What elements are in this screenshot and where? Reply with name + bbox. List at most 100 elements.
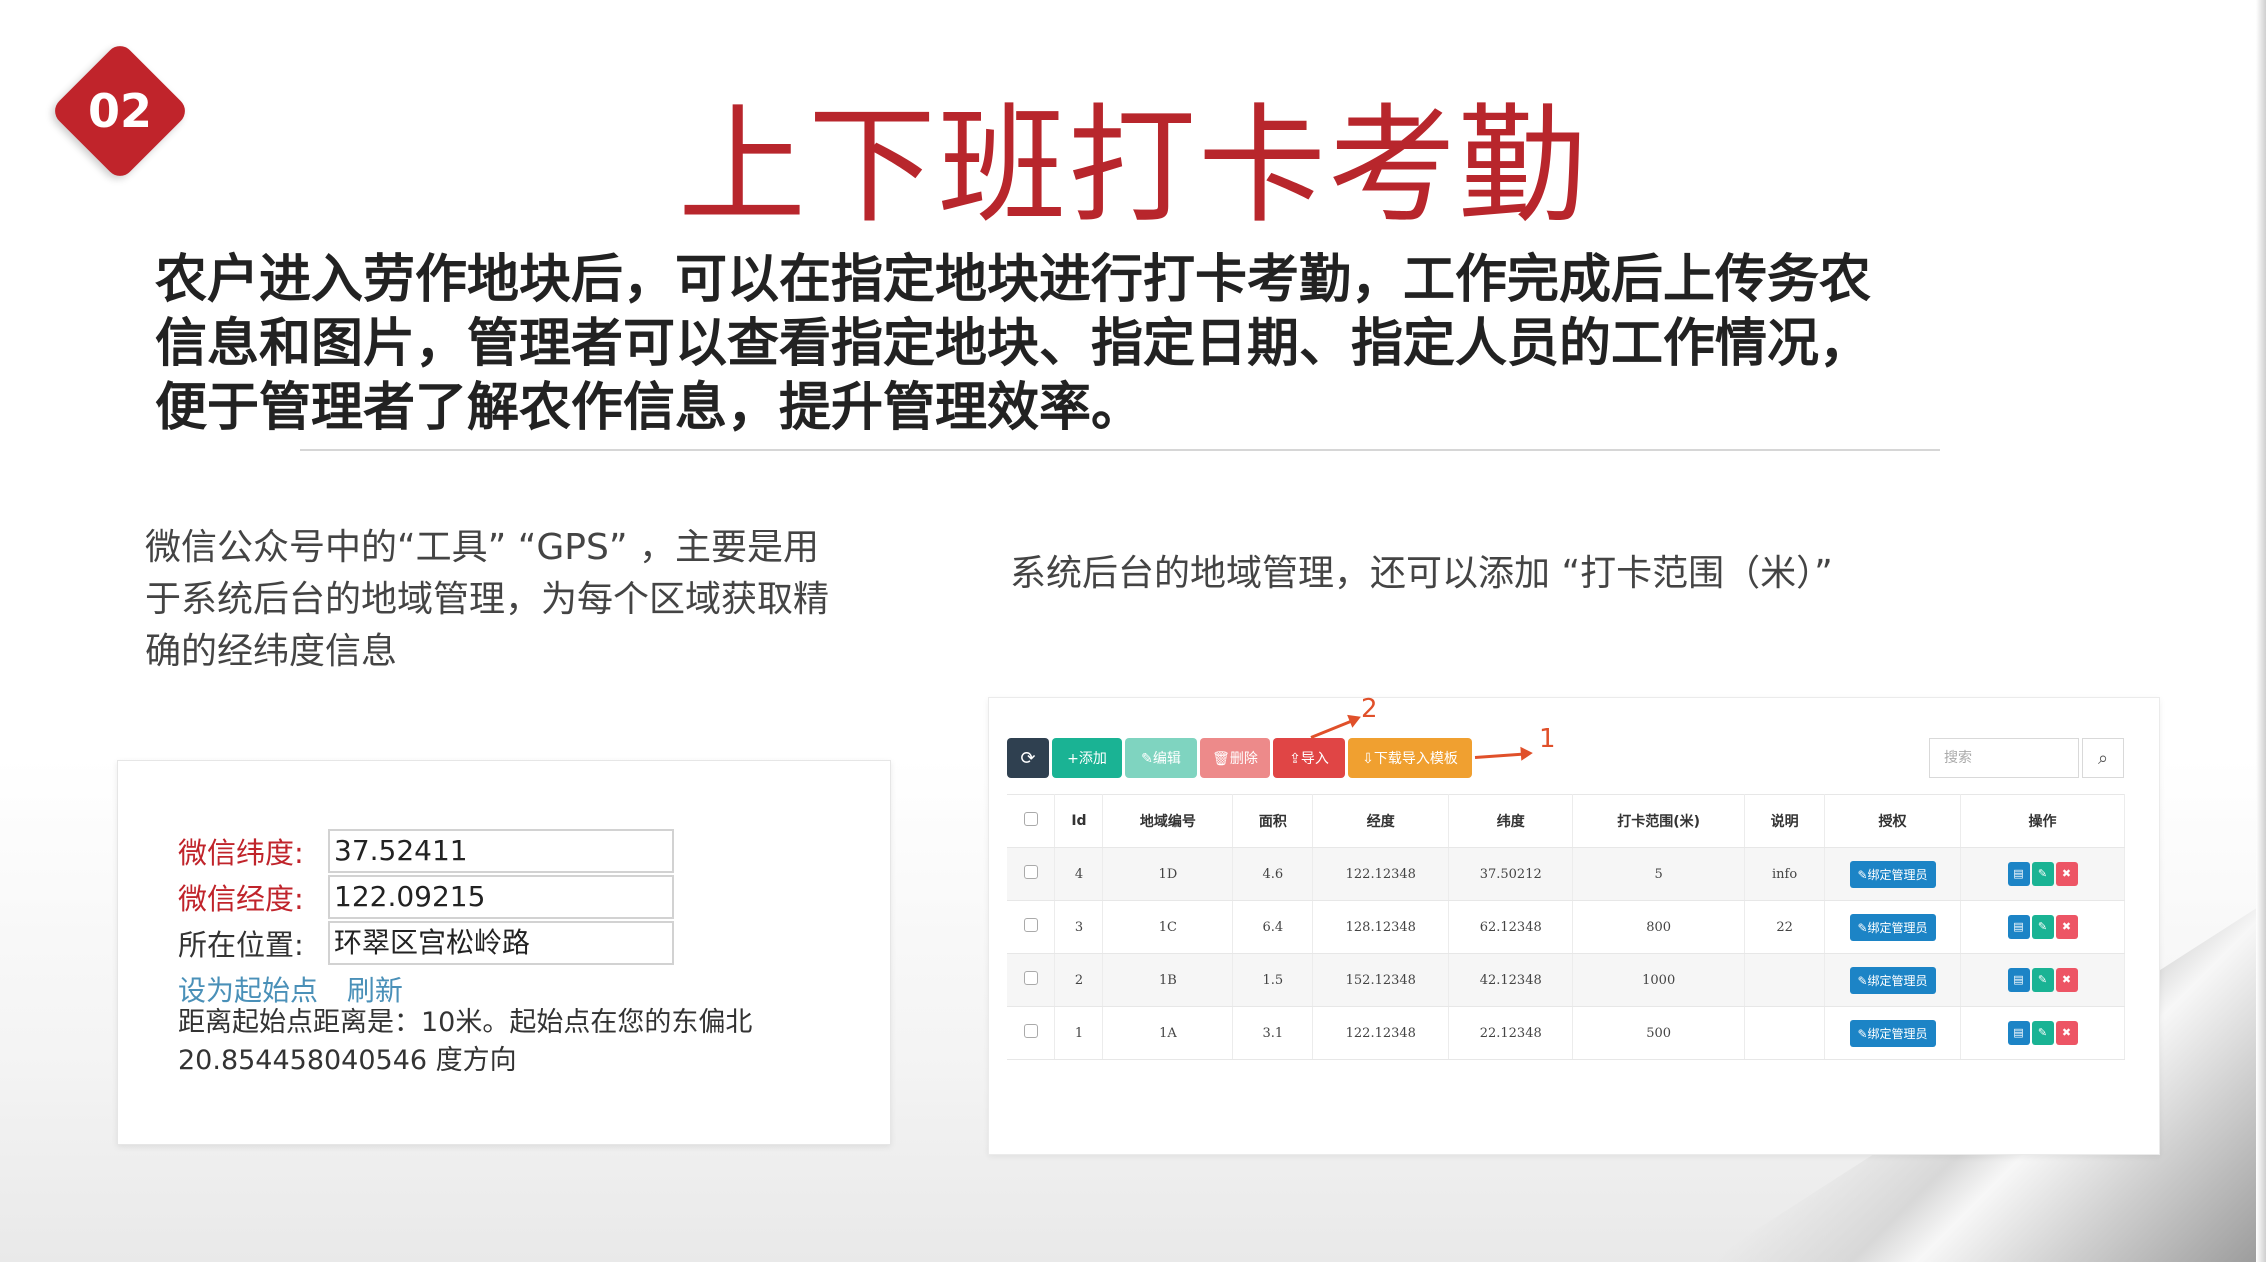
- cell-id: 3: [1054, 900, 1104, 954]
- cell-auth: ✎绑定管理员: [1824, 1006, 1961, 1060]
- search-icon: ⌕: [2097, 747, 2109, 769]
- cell-auth: ✎绑定管理员: [1824, 900, 1961, 954]
- cell-id: 1: [1054, 1006, 1104, 1060]
- edit-button[interactable]: ✎编辑: [1125, 738, 1197, 778]
- cell-latitude: 37.50212: [1448, 847, 1574, 901]
- refresh-icon: ⟳: [1020, 747, 1036, 769]
- set-start-point-link[interactable]: 设为起始点: [178, 974, 318, 1007]
- add-button[interactable]: +添加: [1052, 738, 1122, 778]
- cell-code: 1D: [1102, 847, 1234, 901]
- cell-longitude: 128.12348: [1312, 900, 1450, 954]
- latitude-row: 微信纬度: 37.52411: [178, 829, 674, 873]
- row-select-cell[interactable]: [1007, 847, 1056, 901]
- cell-actions: ▤ ✎ ✖: [1960, 847, 2125, 901]
- annotation-arrow-1: [1474, 752, 1529, 759]
- column-header[interactable]: 地域编号: [1102, 794, 1234, 848]
- select-all-cell[interactable]: [1007, 794, 1056, 848]
- cell-range: 5: [1572, 847, 1746, 901]
- search-button[interactable]: ⌕: [2082, 738, 2124, 778]
- delete-button[interactable]: 🗑删除: [1200, 738, 1270, 778]
- location-field[interactable]: 环翠区宫松岭路: [328, 921, 674, 965]
- longitude-field[interactable]: 122.09215: [328, 875, 674, 919]
- annotation-number-2: 2: [1361, 694, 1378, 724]
- bind-admin-button[interactable]: ✎绑定管理员: [1849, 1019, 1936, 1047]
- cell-longitude: 122.12348: [1312, 847, 1450, 901]
- admin-region-panel: ⟳ +添加 ✎编辑 🗑删除 ⇪导入 ⇩下载导入模板 2 1 搜索 ⌕ Id 地域…: [988, 694, 2160, 1155]
- location-row: 所在位置: 环翠区宫松岭路: [178, 921, 674, 965]
- download-template-button[interactable]: ⇩下载导入模板: [1348, 738, 1472, 778]
- cell-area: 4.6: [1232, 847, 1314, 901]
- detail-icon[interactable]: ▤: [2007, 915, 2030, 939]
- latitude-label: 微信纬度:: [178, 836, 304, 870]
- wechat-gps-panel: 微信纬度: 37.52411 微信经度: 122.09215 所在位置: 环翠区…: [117, 760, 891, 1145]
- cell-latitude: 42.12348: [1448, 953, 1574, 1007]
- column-header[interactable]: 说明: [1744, 794, 1826, 848]
- cell-id: 4: [1054, 847, 1104, 901]
- cell-code: 1B: [1102, 953, 1234, 1007]
- column-header[interactable]: 经度: [1312, 794, 1450, 848]
- column-header[interactable]: Id: [1054, 794, 1104, 848]
- trash-icon[interactable]: ✖: [2055, 1021, 2078, 1045]
- bind-admin-button[interactable]: ✎绑定管理员: [1849, 860, 1936, 888]
- edit-icon[interactable]: ✎: [2031, 968, 2054, 992]
- refresh-link[interactable]: 刷新: [347, 974, 403, 1007]
- cell-latitude: 22.12348: [1448, 1006, 1574, 1060]
- search-input[interactable]: 搜索: [1929, 738, 2079, 778]
- distance-text: 距离起始点距离是：10米。起始点在您的东偏北20.854458040546 度方…: [178, 1007, 753, 1076]
- row-checkbox[interactable]: [1023, 1024, 1038, 1038]
- annotation-number-1: 1: [1539, 724, 1556, 754]
- select-all-checkbox[interactable]: [1023, 812, 1038, 826]
- table-row[interactable]: 3 1C 6.4 128.12348 62.12348 800 22 ✎绑定管理…: [1007, 900, 2125, 954]
- latitude-field[interactable]: 37.52411: [328, 829, 674, 873]
- edit-icon[interactable]: ✎: [2031, 1021, 2054, 1045]
- cell-range: 500: [1572, 1006, 1746, 1060]
- table-header-row: Id 地域编号 面积 经度 纬度 打卡范围(米) 说明 授权 操作: [1007, 794, 2125, 848]
- edit-icon[interactable]: ✎: [2031, 915, 2054, 939]
- refresh-button[interactable]: ⟳: [1007, 738, 1049, 778]
- column-header[interactable]: 面积: [1232, 794, 1314, 848]
- location-label: 所在位置:: [178, 928, 304, 962]
- longitude-row: 微信经度: 122.09215: [178, 875, 674, 919]
- trash-icon[interactable]: ✖: [2055, 968, 2078, 992]
- longitude-label: 微信经度:: [178, 882, 304, 916]
- cell-id: 2: [1054, 953, 1104, 1007]
- right-description: 系统后台的地域管理，还可以添加 “打卡范围（米）”: [1010, 553, 1833, 594]
- column-header[interactable]: 授权: [1824, 794, 1961, 848]
- row-select-cell[interactable]: [1007, 953, 1056, 1007]
- edit-icon[interactable]: ✎: [2031, 862, 2054, 886]
- action-links: 设为起始点 刷新: [178, 969, 423, 1009]
- column-header[interactable]: 打卡范围(米): [1572, 794, 1746, 848]
- cell-note: [1744, 953, 1826, 1007]
- table-row[interactable]: 4 1D 4.6 122.12348 37.50212 5 info ✎绑定管理…: [1007, 847, 2125, 901]
- toolbar: ⟳ +添加 ✎编辑 🗑删除 ⇪导入 ⇩下载导入模板: [1007, 738, 1472, 778]
- column-header[interactable]: 纬度: [1448, 794, 1574, 848]
- cell-code: 1A: [1102, 1006, 1234, 1060]
- cell-code: 1C: [1102, 900, 1234, 954]
- import-button[interactable]: ⇪导入: [1273, 738, 1345, 778]
- cell-note: info: [1744, 847, 1826, 901]
- cell-actions: ▤ ✎ ✖: [1960, 953, 2125, 1007]
- row-select-cell[interactable]: [1007, 900, 1056, 954]
- table-row[interactable]: 1 1A 3.1 122.12348 22.12348 500 ✎绑定管理员 ▤…: [1007, 1006, 2125, 1060]
- column-header[interactable]: 操作: [1960, 794, 2125, 848]
- row-checkbox[interactable]: [1023, 918, 1038, 932]
- detail-icon[interactable]: ▤: [2007, 968, 2030, 992]
- row-checkbox[interactable]: [1023, 971, 1038, 985]
- cell-area: 3.1: [1232, 1006, 1314, 1060]
- cell-auth: ✎绑定管理员: [1824, 847, 1961, 901]
- detail-icon[interactable]: ▤: [2007, 862, 2030, 886]
- cell-area: 6.4: [1232, 900, 1314, 954]
- trash-icon[interactable]: ✖: [2055, 915, 2078, 939]
- left-description: 微信公众号中的“工具” “GPS” ，主要是用于系统后台的地域管理，为每个区域获…: [145, 527, 830, 672]
- row-select-cell[interactable]: [1007, 1006, 1056, 1060]
- table-row[interactable]: 2 1B 1.5 152.12348 42.12348 1000 ✎绑定管理员 …: [1007, 953, 2125, 1007]
- cell-actions: ▤ ✎ ✖: [1960, 1006, 2125, 1060]
- annotation-arrow-2: [1310, 717, 1358, 739]
- cell-range: 1000: [1572, 953, 1746, 1007]
- trash-icon[interactable]: ✖: [2055, 862, 2078, 886]
- bind-admin-button[interactable]: ✎绑定管理员: [1849, 913, 1936, 941]
- detail-icon[interactable]: ▤: [2007, 1021, 2030, 1045]
- cell-longitude: 122.12348: [1312, 1006, 1450, 1060]
- row-checkbox[interactable]: [1023, 865, 1038, 879]
- bind-admin-button[interactable]: ✎绑定管理员: [1849, 966, 1936, 994]
